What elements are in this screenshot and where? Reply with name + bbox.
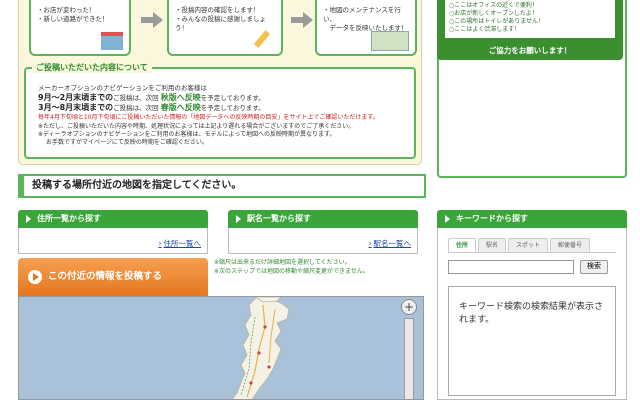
- notice-row-1-period: 9月〜2月末頃までの: [38, 93, 114, 102]
- notice-row-2-reflect: 春版へ反映: [160, 103, 201, 112]
- map-city-marker: [267, 365, 271, 369]
- notice-note-3: お手数ですがマイページにて反映の時期をご確認ください。: [46, 139, 208, 146]
- arrow-right-icon: [291, 12, 313, 28]
- tab-spot[interactable]: スポット: [508, 238, 548, 252]
- address-panel-body: › 住所一覧へ: [18, 228, 208, 254]
- notice-note-2: ※ディーラオプションのナビゲーションをご利用のお客様は、モデルによって地図への反…: [38, 131, 336, 138]
- map-notes: ※縮尺は出来るだけ詳細地図を選択してください。 ※次のステップでは地図の移動や縮…: [214, 258, 424, 288]
- map-note-1: ※縮尺は出来るだけ詳細地図を選択してください。: [214, 259, 351, 266]
- step-3-box: ・地図のメンテナンスを行い、 データを反映いたします！: [315, 0, 417, 56]
- banner-line-1: ○ここはオフィスの近くで便利！: [449, 2, 538, 9]
- map-city-marker: [263, 325, 267, 329]
- step-1-line-1: ・お店が変わった！: [37, 6, 96, 14]
- map-city-marker: [249, 381, 253, 385]
- tab-address[interactable]: 住所: [448, 238, 476, 252]
- notice-row-1: 9月〜2月末頃までのご投稿は、次回 秋版へ反映を予定しております。: [38, 93, 406, 103]
- triangle-right-icon: [236, 214, 241, 223]
- zoom-slider[interactable]: [404, 318, 414, 400]
- map-canvas[interactable]: [18, 296, 424, 400]
- step-2-line-1: ・投稿内容の確認をします！: [175, 6, 260, 14]
- map-city-marker: [257, 351, 261, 355]
- notice-row-2-period: 3月〜8月末頃までの: [38, 103, 114, 112]
- keyword-panel-title: キーワードから探す: [456, 214, 528, 223]
- notice-row-2: 3月〜8月末頃までのご投稿は、次回 春版へ反映を予定しております。: [38, 103, 406, 113]
- posting-flow-panel: ・お店が変わった！ ・新しい道路ができた！ ・投稿内容の確認をします！ ・みんな…: [18, 0, 422, 165]
- step-2-line-2: ・みんなの投稿に感謝しましょう！: [175, 15, 266, 32]
- notice-note-1: ※ただし、ご投稿いただいた内容や時期、処理状況によっては上記より遅れる場合がござ…: [38, 123, 355, 130]
- notice-row-2-mid: ご投稿は、次回: [113, 104, 159, 112]
- station-list-link-label: 駅名一覧へ: [373, 239, 412, 248]
- zoom-in-button[interactable]: +: [401, 299, 417, 315]
- japan-map: [232, 297, 290, 399]
- banner-line-3: ○この場所はトイレがありません！: [449, 18, 545, 25]
- banner-line-2: ○お店が新しくオープンしたよ！: [449, 10, 538, 17]
- keyword-search-button[interactable]: 検索: [580, 260, 608, 274]
- notice-row-1-tail: を予定しております。: [200, 94, 265, 102]
- keyword-search-input[interactable]: [448, 260, 574, 274]
- step-1-line-2: ・新しい道路ができた！: [37, 15, 109, 23]
- notice-red-note: 毎年4月下旬頃と10月下旬頃にご投稿いただいた情報の「地図データへの反映時期の目…: [38, 114, 379, 121]
- address-panel-title: 住所一覧から探す: [37, 214, 101, 223]
- notice-lead: メーカーオプションのナビゲーションをご利用のお客様は: [38, 84, 207, 92]
- station-panel-title: 駅名一覧から探す: [247, 214, 311, 223]
- map-note-2: ※次のステップでは地図の移動や縮尺変更ができません。: [214, 268, 369, 275]
- notice-box: ご投稿いただいた内容について メーカーオプションのナビゲーションをご利用のお客様…: [24, 63, 416, 159]
- post-info-button[interactable]: この付近の情報を投稿する: [18, 258, 208, 296]
- link-arrow-icon: ›: [158, 239, 162, 248]
- arrow-right-icon: [141, 12, 163, 28]
- link-arrow-icon: ›: [368, 239, 372, 248]
- tab-station[interactable]: 駅名: [478, 238, 506, 252]
- cooperation-banner[interactable]: ○ここはオフィスの近くで便利！ ○お店が新しくオープンしたよ！ ○この場所はトイ…: [437, 0, 623, 60]
- step-2-box: ・投稿内容の確認をします！ ・みんなの投稿に感謝しましょう！: [167, 0, 283, 56]
- post-info-button-label: この付近の情報を投稿する: [48, 271, 163, 282]
- keyword-panel-body: 住所 駅名 スポット 郵便番号 検索 キーワード検索の検索結果が表示されます。: [437, 228, 627, 400]
- keyword-panel-header: キーワードから探す: [437, 210, 627, 228]
- station-panel-header: 駅名一覧から探す: [228, 210, 418, 228]
- map-land: [232, 297, 290, 399]
- banner-cta: ご協力をお願いします！: [488, 46, 572, 55]
- tab-postal-code[interactable]: 郵便番号: [550, 238, 590, 252]
- notice-title: ご投稿いただいた内容について: [32, 63, 152, 73]
- station-list-link[interactable]: › 駅名一覧へ: [369, 238, 412, 249]
- address-list-link-label: 住所一覧へ: [163, 239, 202, 248]
- tab-divider: [448, 252, 616, 253]
- map-icon: [371, 31, 409, 51]
- play-arrow-icon: [28, 270, 42, 284]
- address-panel-header: 住所一覧から探す: [18, 210, 208, 228]
- notice-row-2-tail: を予定しております。: [200, 104, 265, 112]
- banner-line-4: ○ここはよく渋滞します！: [449, 26, 521, 33]
- address-list-link[interactable]: › 住所一覧へ: [159, 238, 202, 249]
- section-heading: 投稿する場所付近の地図を指定してください。: [18, 174, 426, 198]
- banner-messages: ○ここはオフィスの近くで便利！ ○お店が新しくオープンしたよ！ ○この場所はトイ…: [445, 0, 615, 38]
- notice-row-1-reflect: 秋版へ反映: [160, 93, 201, 102]
- step-1-box: ・お店が変わった！ ・新しい道路ができた！: [29, 0, 131, 56]
- triangle-right-icon: [445, 214, 450, 223]
- notice-row-1-mid: ご投稿は、次回: [113, 94, 159, 102]
- triangle-right-icon: [26, 214, 31, 223]
- keyword-results-area: キーワード検索の検索結果が表示されます。: [448, 286, 616, 396]
- station-panel-body: › 駅名一覧へ: [228, 228, 418, 254]
- step-3-line-1: ・地図のメンテナンスを行い、: [323, 6, 401, 23]
- shop-icon: [101, 32, 123, 50]
